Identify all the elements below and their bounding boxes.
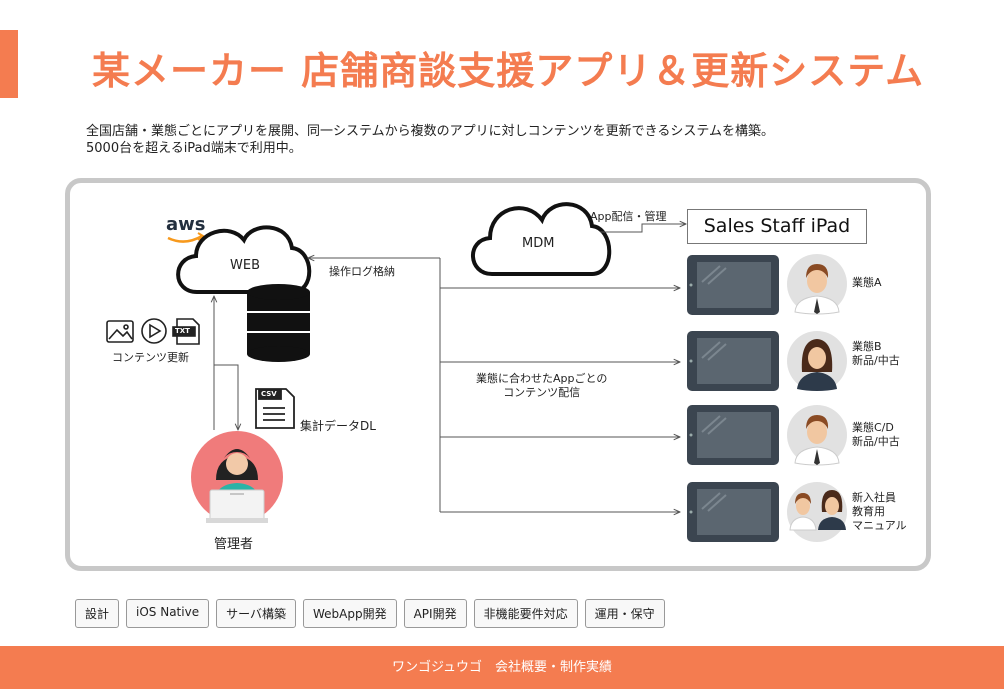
avatar-pair [787, 482, 847, 542]
admin-label: 管理者 [214, 537, 254, 552]
device-label-4: 新入社員 教育用 マニュアル [852, 491, 907, 533]
tag-webapp-dev: WebApp開発 [302, 599, 397, 628]
device-label-1-line-1: 業態A [852, 276, 882, 289]
aws-logo-smile [167, 234, 203, 243]
avatar-female [787, 331, 847, 391]
tag-design: 設計 [75, 599, 120, 628]
log-storage-label: 操作ログ格納 [329, 265, 395, 278]
device-label-2-line-1: 業態B [852, 340, 882, 353]
tablet-2 [687, 331, 779, 391]
tag-server-build: サーバ構築 [216, 599, 296, 628]
device-label-3-line-2: 新品/中古 [852, 435, 900, 448]
mdm-label: MDM [522, 236, 555, 251]
txt-label: TXT [175, 327, 190, 335]
device-label-2: 業態B 新品/中古 [852, 340, 900, 368]
device-label-4-line-1: 新入社員 [852, 491, 896, 504]
avatar-male-2 [787, 405, 847, 466]
avatar-male-1 [787, 254, 847, 315]
play-icon [141, 318, 167, 344]
tag-nonfunctional: 非機能要件対応 [473, 599, 578, 628]
aws-logo-text: aws [166, 214, 206, 235]
device-label-2-line-2: 新品/中古 [852, 354, 900, 367]
image-icon [106, 320, 134, 343]
delivery-label-line-1: 業態に合わせたAppごとの [476, 372, 608, 385]
tag-ios-native: iOS Native [126, 599, 210, 628]
footer-bar: ワンゴジュウゴ 会社概要・制作実績 [0, 646, 1004, 689]
device-label-3-line-1: 業態C/D [852, 421, 894, 434]
device-label-1: 業態A [852, 276, 882, 290]
database-icon [247, 284, 310, 362]
device-label-4-line-2: 教育用 [852, 505, 885, 518]
tablet-1 [687, 255, 779, 315]
device-label-3: 業態C/D 新品/中古 [852, 421, 900, 449]
data-download-label: 集計データDL [300, 419, 376, 433]
admin-illustration [191, 431, 283, 523]
content-update-label: コンテンツ更新 [112, 351, 189, 364]
skill-tags: 設計 iOS Native サーバ構築 WebApp開発 API開発 非機能要件… [75, 599, 665, 628]
delivery-label-line-2: コンテンツ配信 [503, 386, 581, 399]
tablet-3 [687, 405, 779, 465]
sales-staff-ipad-box: Sales Staff iPad [687, 209, 867, 244]
tag-api-dev: API開発 [403, 599, 467, 628]
csv-label: CSV [261, 390, 277, 398]
tag-operations: 運用・保守 [584, 599, 665, 628]
web-label: WEB [230, 258, 260, 273]
delivery-label: 業態に合わせたAppごとの コンテンツ配信 [476, 372, 607, 400]
app-delivery-label: App配信・管理 [590, 210, 667, 223]
device-label-4-line-3: マニュアル [852, 519, 907, 532]
tablet-4 [687, 482, 779, 542]
